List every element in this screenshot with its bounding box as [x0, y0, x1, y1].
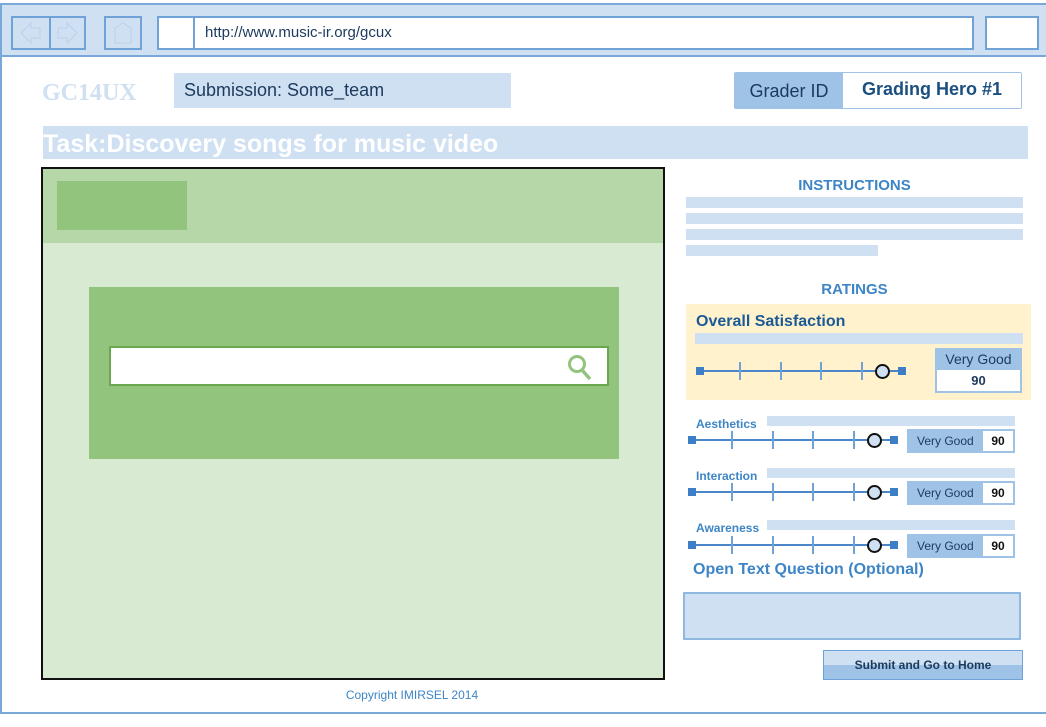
back-arrow-icon — [20, 22, 41, 44]
slider-tick — [853, 536, 855, 554]
aesthetics-rating-value[interactable]: 90 — [983, 431, 1013, 451]
slider-tick — [780, 362, 782, 380]
forward-arrow-icon — [57, 22, 78, 44]
overall-rating-box: Very Good 90 — [935, 348, 1022, 393]
aesthetics-description-bar — [767, 416, 1015, 426]
interaction-label: Interaction — [696, 469, 758, 483]
overall-satisfaction-label: Overall Satisfaction — [696, 313, 846, 330]
slider-tick — [812, 431, 814, 449]
slider-tick — [812, 536, 814, 554]
browser-menu-button[interactable] — [985, 16, 1039, 50]
awareness-slider[interactable] — [688, 535, 898, 555]
forward-button[interactable] — [48, 18, 85, 48]
slider-tick — [731, 431, 733, 449]
slider-tick — [731, 536, 733, 554]
aesthetics-slider[interactable] — [688, 430, 898, 450]
nav-buttons — [11, 16, 86, 50]
slider-tick — [853, 483, 855, 501]
slider-knob[interactable] — [875, 364, 890, 379]
overall-rating-text: Very Good — [945, 351, 1012, 367]
search-icon[interactable] — [567, 354, 593, 382]
slider-track — [692, 439, 894, 441]
slider-knob[interactable] — [867, 485, 882, 500]
slider-tick — [853, 431, 855, 449]
submit-button[interactable]: Submit and Go to Home — [823, 650, 1023, 680]
back-button[interactable] — [13, 18, 49, 48]
slider-min-end — [688, 436, 696, 444]
instruction-line — [686, 213, 1023, 224]
awareness-description-bar — [767, 520, 1015, 530]
slider-knob[interactable] — [867, 433, 882, 448]
slider-tick — [772, 483, 774, 501]
interaction-rating-box: Very Good 90 — [907, 481, 1015, 505]
awareness-label: Awareness — [696, 521, 760, 535]
slider-tick — [861, 362, 863, 380]
slider-min-end — [696, 367, 704, 375]
overall-satisfaction-card: Overall Satisfaction Very Good 90 — [686, 304, 1031, 400]
instructions-title: INSTRUCTIONS — [798, 177, 911, 194]
interaction-slider[interactable] — [688, 482, 898, 502]
slider-knob[interactable] — [867, 538, 882, 553]
interaction-description-bar — [767, 468, 1015, 478]
open-text-question-title: Open Text Question (Optional) — [693, 561, 924, 578]
overall-slider[interactable] — [696, 361, 906, 381]
aesthetics-rating-box: Very Good 90 — [907, 429, 1015, 453]
preview-search-panel — [89, 287, 619, 459]
ratings-title: RATINGS — [821, 281, 888, 298]
slider-track — [692, 491, 894, 493]
overall-rating-value[interactable]: 90 — [937, 370, 1020, 391]
slider-min-end — [688, 541, 696, 549]
slider-tick — [812, 483, 814, 501]
slider-tick — [772, 536, 774, 554]
preview-search-input[interactable] — [109, 346, 609, 386]
slider-track — [692, 544, 894, 546]
awareness-rating-box: Very Good 90 — [907, 534, 1015, 558]
preview-header — [43, 169, 663, 243]
grader-id-field: Grader ID Grading Hero #1 — [734, 72, 1022, 109]
slider-min-end — [688, 488, 696, 496]
overall-description-bar — [695, 333, 1023, 344]
slider-max-end — [890, 488, 898, 496]
address-bar-icon-slot — [159, 18, 195, 48]
slider-tick — [731, 483, 733, 501]
address-bar[interactable]: http://www.music-ir.org/gcux — [157, 16, 974, 50]
interaction-rating-text: Very Good — [917, 486, 974, 500]
app-logo: GC14UX — [42, 80, 137, 106]
slider-tick — [739, 362, 741, 380]
submission-label: Submission: Some_team — [174, 73, 511, 108]
slider-max-end — [898, 367, 906, 375]
submission-preview[interactable] — [41, 167, 665, 680]
slider-tick — [820, 362, 822, 380]
instruction-line — [686, 229, 1023, 240]
instruction-line — [686, 245, 878, 256]
home-button[interactable] — [104, 16, 142, 50]
awareness-rating-text: Very Good — [917, 539, 974, 553]
slider-max-end — [890, 541, 898, 549]
open-text-input[interactable] — [683, 592, 1021, 640]
task-title: Task:Discovery songs for music video — [43, 126, 1028, 159]
slider-tick — [772, 431, 774, 449]
grader-id-value: Grading Hero #1 — [843, 73, 1021, 108]
preview-logo-placeholder — [57, 181, 187, 230]
slider-track — [700, 370, 902, 372]
aesthetics-label: Aesthetics — [696, 417, 757, 431]
awareness-rating-value[interactable]: 90 — [983, 536, 1013, 556]
grader-id-label: Grader ID — [735, 73, 843, 108]
interaction-rating-value[interactable]: 90 — [983, 483, 1013, 503]
home-icon — [114, 22, 132, 44]
url-text[interactable]: http://www.music-ir.org/gcux — [195, 18, 392, 48]
instruction-line — [686, 197, 1023, 208]
slider-max-end — [890, 436, 898, 444]
copyright: Copyright IMIRSEL 2014 — [345, 688, 479, 702]
browser-toolbar: http://www.music-ir.org/gcux — [0, 3, 1046, 57]
aesthetics-rating-text: Very Good — [917, 434, 974, 448]
